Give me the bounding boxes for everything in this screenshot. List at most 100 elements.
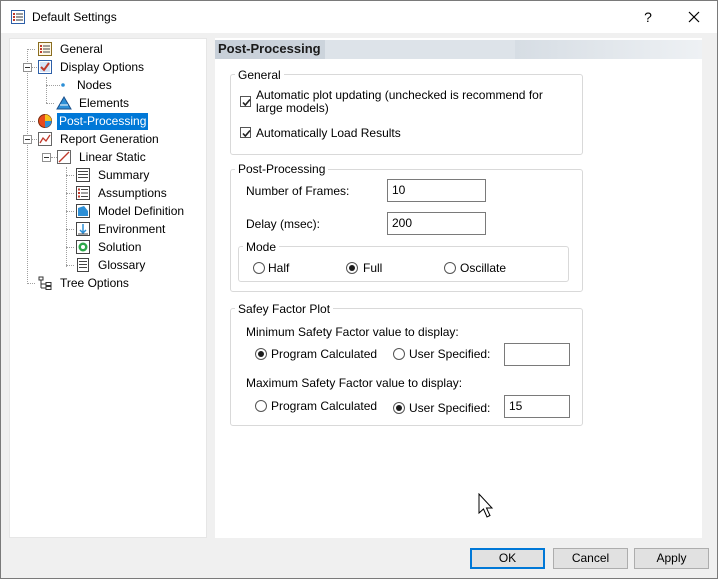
- max-program-calculated-radio[interactable]: [255, 400, 267, 412]
- tree-item-label: Display Options: [60, 60, 145, 74]
- tree-connector: [27, 283, 35, 284]
- frames-input[interactable]: 10: [387, 179, 486, 202]
- display-options-icon: [38, 60, 52, 74]
- auto-plot-update-checkbox[interactable]: [240, 96, 251, 107]
- page-title: Post-Processing: [218, 41, 321, 56]
- environment-icon: [76, 222, 90, 236]
- post-processing-group-title: Post-Processing: [235, 162, 329, 176]
- summary-list-icon: [76, 168, 90, 182]
- tree-item-linear-static[interactable]: Linear Static: [56, 149, 148, 166]
- post-processing-icon: [38, 114, 52, 128]
- tree-item-model-definition[interactable]: Model Definition: [75, 203, 186, 220]
- ok-button[interactable]: OK: [470, 548, 545, 569]
- settings-content-panel: Post-Processing General Automatic plot u…: [215, 38, 702, 538]
- max-user-specified-label: User Specified:: [409, 401, 491, 415]
- general-group-title: General: [235, 68, 284, 82]
- linear-static-icon: [57, 150, 71, 164]
- header-accent: [325, 40, 515, 59]
- tree-connector: [27, 121, 35, 122]
- model-definition-icon: [76, 204, 90, 218]
- close-icon[interactable]: [675, 3, 713, 31]
- min-program-calculated-radio[interactable]: [255, 348, 267, 360]
- tree-connector: [46, 77, 47, 103]
- cancel-button[interactable]: Cancel: [553, 548, 628, 569]
- auto-plot-update-label: Automatic plot updating (unchecked is re…: [256, 88, 543, 115]
- min-safety-input[interactable]: [504, 343, 570, 366]
- min-user-specified-radio[interactable]: [393, 348, 405, 360]
- title-bar: Default Settings ?: [1, 1, 717, 33]
- delay-input[interactable]: 200: [387, 212, 486, 235]
- tree-item-assumptions[interactable]: Assumptions: [75, 185, 169, 202]
- tree-item-label: Post-Processing: [57, 113, 149, 130]
- settings-tree: General Display Options Nodes Elements P…: [9, 38, 207, 538]
- tree-item-label: Glossary: [98, 258, 146, 272]
- safety-factor-group-title: Safey Factor Plot: [235, 302, 334, 316]
- tree-item-general[interactable]: General: [37, 41, 105, 58]
- tree-item-label: Linear Static: [79, 150, 146, 164]
- max-user-specified-radio[interactable]: [393, 402, 405, 414]
- tree-item-solution[interactable]: Solution: [75, 239, 143, 256]
- tree-item-environment[interactable]: Environment: [75, 221, 167, 238]
- tree-item-nodes[interactable]: Nodes: [58, 77, 114, 94]
- tree-item-summary[interactable]: Summary: [75, 167, 151, 184]
- tree-connector: [27, 49, 35, 50]
- tree-item-label: Tree Options: [60, 276, 129, 290]
- mode-oscillate-label: Oscillate: [460, 261, 507, 275]
- dialog-window: Default Settings ? General Display Optio…: [0, 0, 718, 579]
- glossary-icon: [77, 258, 89, 272]
- tree-item-label: General: [60, 42, 103, 56]
- tree-item-display-options[interactable]: Display Options: [37, 59, 146, 76]
- max-safety-label: Maximum Safety Factor value to display:: [246, 376, 463, 390]
- tree-options-icon: [38, 276, 52, 290]
- mode-full-label: Full: [363, 261, 383, 275]
- collapse-toggle-linear-static[interactable]: [42, 153, 51, 162]
- collapse-toggle-report-generation[interactable]: [23, 135, 32, 144]
- page-header: Post-Processing: [215, 40, 702, 59]
- delay-label: Delay (msec):: [246, 217, 321, 231]
- tree-item-label: Elements: [79, 96, 130, 110]
- settings-app-icon: [11, 10, 25, 24]
- tree-connector: [66, 211, 74, 212]
- tree-item-label: Assumptions: [98, 186, 167, 200]
- report-icon: [38, 132, 52, 146]
- auto-load-results-label: Automatically Load Results: [256, 126, 401, 140]
- mode-group-title: Mode: [243, 240, 280, 254]
- mode-half-label: Half: [268, 261, 290, 275]
- assumptions-checklist-icon: [76, 186, 90, 200]
- checkmark-icon: [242, 129, 251, 138]
- max-safety-input[interactable]: 15: [504, 395, 570, 418]
- tree-connector: [66, 167, 67, 267]
- tree-item-glossary[interactable]: Glossary: [75, 257, 147, 274]
- tree-item-label: Nodes: [77, 78, 112, 92]
- tree-item-label: Model Definition: [98, 204, 185, 218]
- tree-item-tree-options[interactable]: Tree Options: [37, 275, 131, 292]
- tree-item-post-processing[interactable]: Post-Processing: [37, 113, 149, 130]
- mode-oscillate-radio[interactable]: [444, 262, 456, 274]
- tree-connector: [66, 247, 74, 248]
- mode-full-radio[interactable]: [346, 262, 358, 274]
- tree-item-elements[interactable]: Elements: [56, 95, 131, 112]
- mouse-pointer-icon: [478, 493, 494, 518]
- max-program-calculated-label: Program Calculated: [271, 399, 378, 413]
- node-dot-icon: [61, 83, 65, 87]
- tree-item-label: Environment: [98, 222, 166, 236]
- elements-icon: [56, 96, 72, 110]
- tree-connector: [27, 49, 28, 284]
- auto-load-results-checkbox[interactable]: [240, 127, 251, 138]
- tree-connector: [66, 229, 74, 230]
- checkmark-icon: [242, 98, 251, 107]
- min-safety-label: Minimum Safety Factor value to display:: [246, 325, 459, 339]
- frames-label: Number of Frames:: [246, 184, 350, 198]
- tree-item-report-generation[interactable]: Report Generation: [37, 131, 161, 148]
- min-user-specified-label: User Specified:: [409, 347, 491, 361]
- window-title: Default Settings: [32, 10, 117, 24]
- min-program-calculated-label: Program Calculated: [271, 347, 378, 361]
- tree-connector: [66, 175, 74, 176]
- solution-icon: [76, 240, 90, 254]
- help-button[interactable]: ?: [633, 3, 663, 31]
- apply-button[interactable]: Apply: [634, 548, 709, 569]
- general-settings-icon: [38, 42, 52, 56]
- mode-half-radio[interactable]: [253, 262, 265, 274]
- collapse-toggle-display-options[interactable]: [23, 63, 32, 72]
- tree-connector: [46, 103, 54, 104]
